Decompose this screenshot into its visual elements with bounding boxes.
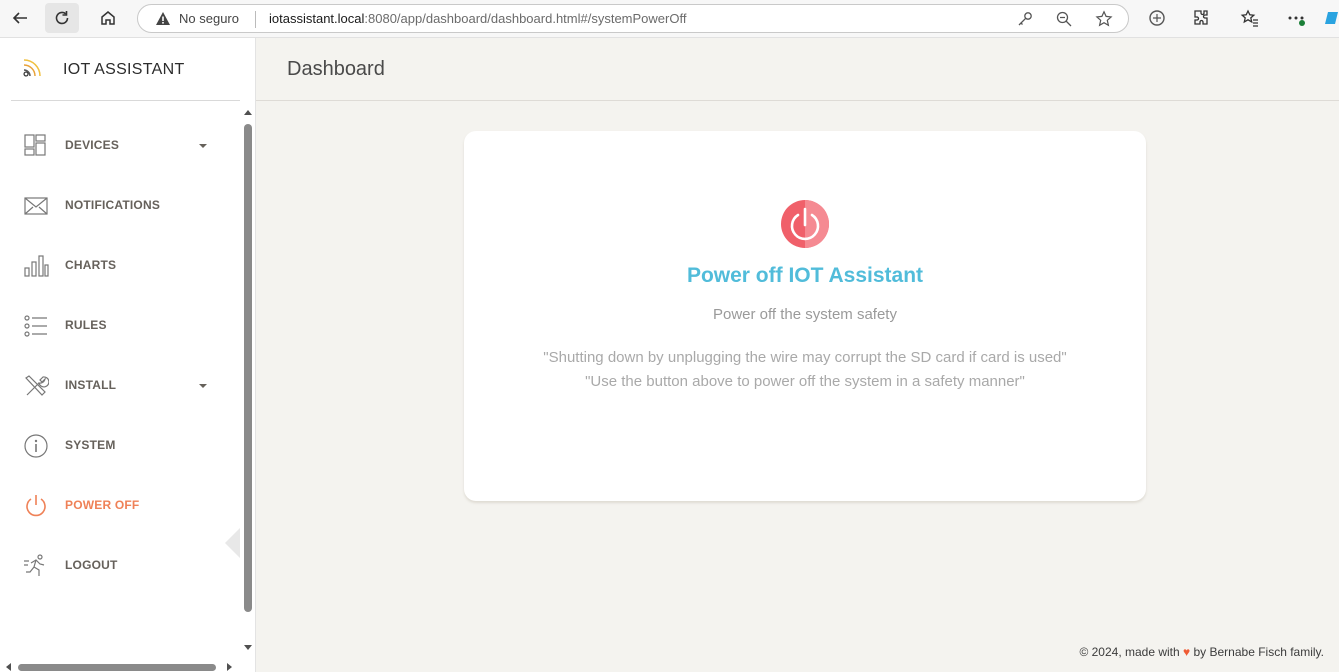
- running-man-icon: [24, 554, 45, 576]
- sidebar-item-system[interactable]: SYSTEM: [0, 422, 240, 470]
- arrow-left-icon: [12, 12, 27, 24]
- sidebar-item-label: INSTALL: [65, 378, 117, 392]
- sidebar-item-label: SYSTEM: [65, 438, 116, 452]
- sidebar-item-notifications[interactable]: NOTIFICATIONS: [0, 182, 240, 230]
- card-title: Power off IOT Assistant: [686, 264, 924, 287]
- star-icon[interactable]: [1095, 10, 1113, 28]
- heart-icon: ♥: [1183, 645, 1191, 659]
- logo-divider: [11, 100, 240, 101]
- reload-button[interactable]: [45, 3, 79, 33]
- back-button[interactable]: [3, 3, 37, 33]
- caret-down-icon: [199, 384, 207, 388]
- envelope-icon: [24, 197, 48, 215]
- sidebar-item-label: LOGOUT: [65, 558, 118, 572]
- scroll-right-arrow-icon[interactable]: [227, 663, 232, 671]
- url-path: :8080/app/dashboard/dashboard.html#/syst…: [364, 11, 687, 26]
- sidebar: IOT ASSISTANT DEVICES NOTIFICATIONS CHAR…: [0, 38, 256, 672]
- url-host: iotassistant.local: [269, 11, 365, 26]
- caret-down-icon: [199, 144, 207, 148]
- url-text[interactable]: iotassistant.local:8080/app/dashboard/da…: [269, 11, 686, 26]
- favorites-icon[interactable]: [1240, 8, 1260, 28]
- page-title[interactable]: Dashboard: [287, 58, 385, 81]
- warning-icon[interactable]: [155, 11, 171, 27]
- key-icon[interactable]: [1016, 10, 1034, 28]
- warning-line: "Use the button above to power off the s…: [585, 373, 1025, 390]
- copilot-icon[interactable]: [1324, 8, 1339, 28]
- horizontal-scroll-thumb[interactable]: [18, 664, 216, 671]
- browser-toolbar: No seguro iotassistant.local:8080/app/da…: [0, 0, 1339, 38]
- sidebar-item-label: DEVICES: [65, 138, 120, 152]
- sidebar-item-rules[interactable]: RULES: [0, 302, 240, 350]
- sidebar-item-label: RULES: [65, 318, 107, 332]
- card-subtitle: Power off the system safety: [713, 306, 897, 323]
- home-icon: [101, 11, 115, 25]
- browser-essentials-icon[interactable]: [1147, 8, 1167, 28]
- sidebar-logo[interactable]: IOT ASSISTANT: [0, 38, 256, 100]
- devices-grid-icon: [24, 134, 46, 156]
- extensions-icon[interactable]: [1191, 8, 1211, 28]
- wifi-signal-icon: [23, 59, 41, 77]
- sidebar-item-charts[interactable]: CHARTS: [0, 242, 240, 290]
- more-options-icon[interactable]: [1286, 8, 1306, 28]
- power-icon: [26, 495, 46, 517]
- reload-icon: [55, 11, 69, 25]
- card-warning-text: "Shutting down by unplugging the wire ma…: [464, 346, 1146, 394]
- security-label[interactable]: No seguro: [179, 11, 239, 26]
- info-icon: [24, 434, 48, 458]
- main-header: Dashboard: [256, 38, 1339, 101]
- scroll-left-arrow-icon[interactable]: [6, 663, 11, 671]
- bar-chart-icon: [24, 255, 49, 277]
- sidebar-item-devices[interactable]: DEVICES: [0, 122, 240, 170]
- home-button[interactable]: [91, 3, 125, 33]
- sidebar-item-label: NOTIFICATIONS: [65, 198, 161, 212]
- sidebar-item-install[interactable]: INSTALL: [0, 362, 240, 410]
- vertical-scroll-thumb[interactable]: [244, 124, 252, 612]
- sidebar-item-power-off[interactable]: POWER OFF: [0, 482, 240, 530]
- warning-line: "Shutting down by unplugging the wire ma…: [543, 349, 1067, 366]
- tools-icon: [25, 375, 49, 396]
- active-item-pointer: [225, 528, 240, 558]
- footer-suffix: by Bernabe Fisch family.: [1193, 645, 1325, 659]
- footer-credits: © 2024, made with ♥ by Bernabe Fisch fam…: [1079, 645, 1324, 659]
- scroll-up-arrow-icon[interactable]: [244, 110, 252, 115]
- address-bar[interactable]: No seguro iotassistant.local:8080/app/da…: [137, 4, 1129, 33]
- zoom-out-icon[interactable]: [1055, 10, 1073, 28]
- app-name: IOT ASSISTANT: [63, 61, 185, 78]
- power-icon: [790, 207, 820, 241]
- address-divider: [255, 11, 256, 28]
- list-icon: [24, 315, 47, 337]
- power-off-card: Power off IOT Assistant Power off the sy…: [464, 131, 1146, 501]
- sidebar-item-label: POWER OFF: [65, 498, 140, 512]
- footer-prefix: © 2024, made with: [1079, 645, 1180, 659]
- scroll-down-arrow-icon[interactable]: [244, 645, 252, 650]
- power-off-button[interactable]: [781, 200, 829, 248]
- sidebar-item-logout[interactable]: LOGOUT: [0, 542, 240, 590]
- sidebar-item-label: CHARTS: [65, 258, 117, 272]
